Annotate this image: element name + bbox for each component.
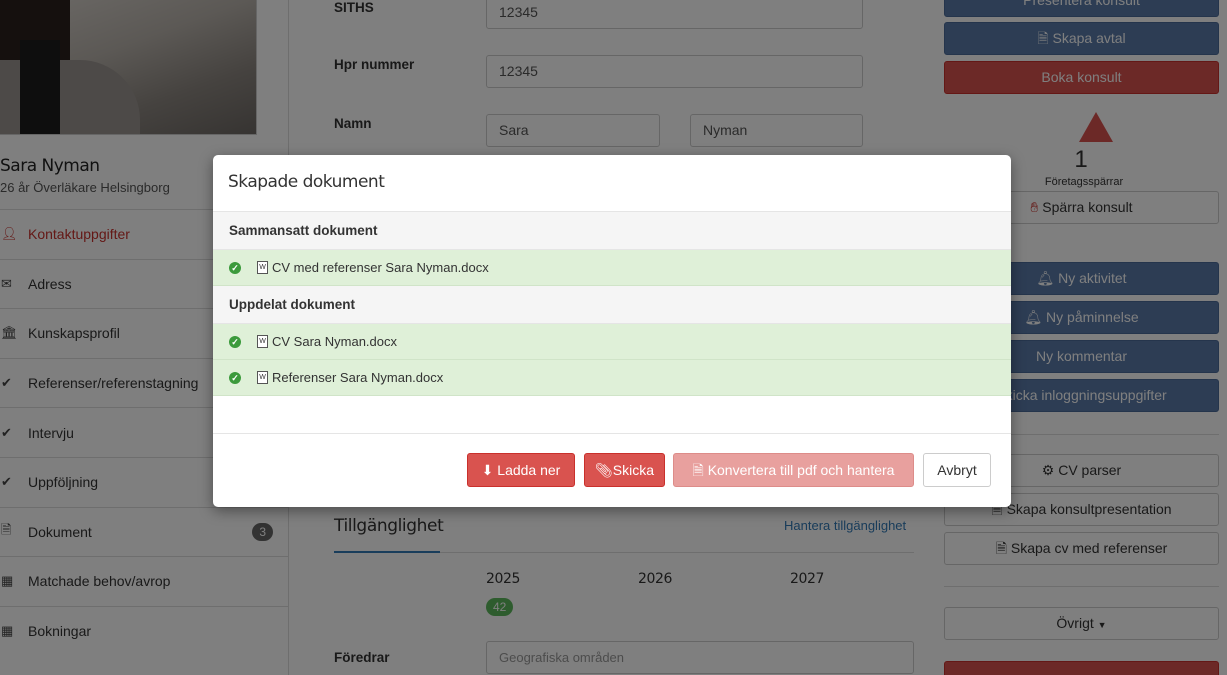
modal-footer: ⬇︎ Ladda ner 📎︎Skicka 🗎︎ Konvertera till…	[213, 433, 1011, 507]
modal-title: Skapade dokument	[228, 172, 385, 192]
pdf-file-icon: 🗎︎	[692, 462, 704, 478]
document-row[interactable]: ✓ W Referenser Sara Nyman.docx	[213, 360, 1011, 396]
send-label: Skicka	[612, 462, 654, 478]
document-row[interactable]: ✓ W CV Sara Nyman.docx	[213, 324, 1011, 360]
word-file-icon: W	[257, 261, 268, 274]
created-documents-modal: Skapade dokument Sammansatt dokument ✓ W…	[213, 155, 1011, 507]
page: Sara Nyman 26 år Överläkare Helsingborg …	[0, 0, 1227, 675]
download-icon: ⬇︎	[481, 462, 494, 478]
convert-pdf-label: Konvertera till pdf och hantera	[707, 462, 895, 478]
document-name[interactable]: Referenser Sara Nyman.docx	[272, 370, 443, 385]
group-header-split: Uppdelat dokument	[213, 286, 1011, 324]
document-name[interactable]: CV med referenser Sara Nyman.docx	[272, 260, 489, 275]
group-header-combined: Sammansatt dokument	[213, 212, 1011, 250]
check-circle-icon: ✓	[229, 335, 241, 348]
convert-pdf-button[interactable]: 🗎︎ Konvertera till pdf och hantera	[673, 453, 914, 487]
download-label: Ladda ner	[497, 462, 561, 478]
modal-header: Skapade dokument	[213, 155, 1011, 212]
word-file-icon: W	[257, 335, 268, 348]
paperclip-icon: 📎︎	[594, 462, 613, 478]
check-circle-icon: ✓	[229, 261, 241, 274]
check-circle-icon: ✓	[229, 371, 241, 384]
send-button[interactable]: 📎︎Skicka	[584, 453, 665, 487]
download-button[interactable]: ⬇︎ Ladda ner	[467, 453, 575, 487]
word-file-icon: W	[257, 371, 268, 384]
document-name[interactable]: CV Sara Nyman.docx	[272, 334, 397, 349]
cancel-button[interactable]: Avbryt	[923, 453, 991, 487]
document-row[interactable]: ✓ W CV med referenser Sara Nyman.docx	[213, 250, 1011, 286]
